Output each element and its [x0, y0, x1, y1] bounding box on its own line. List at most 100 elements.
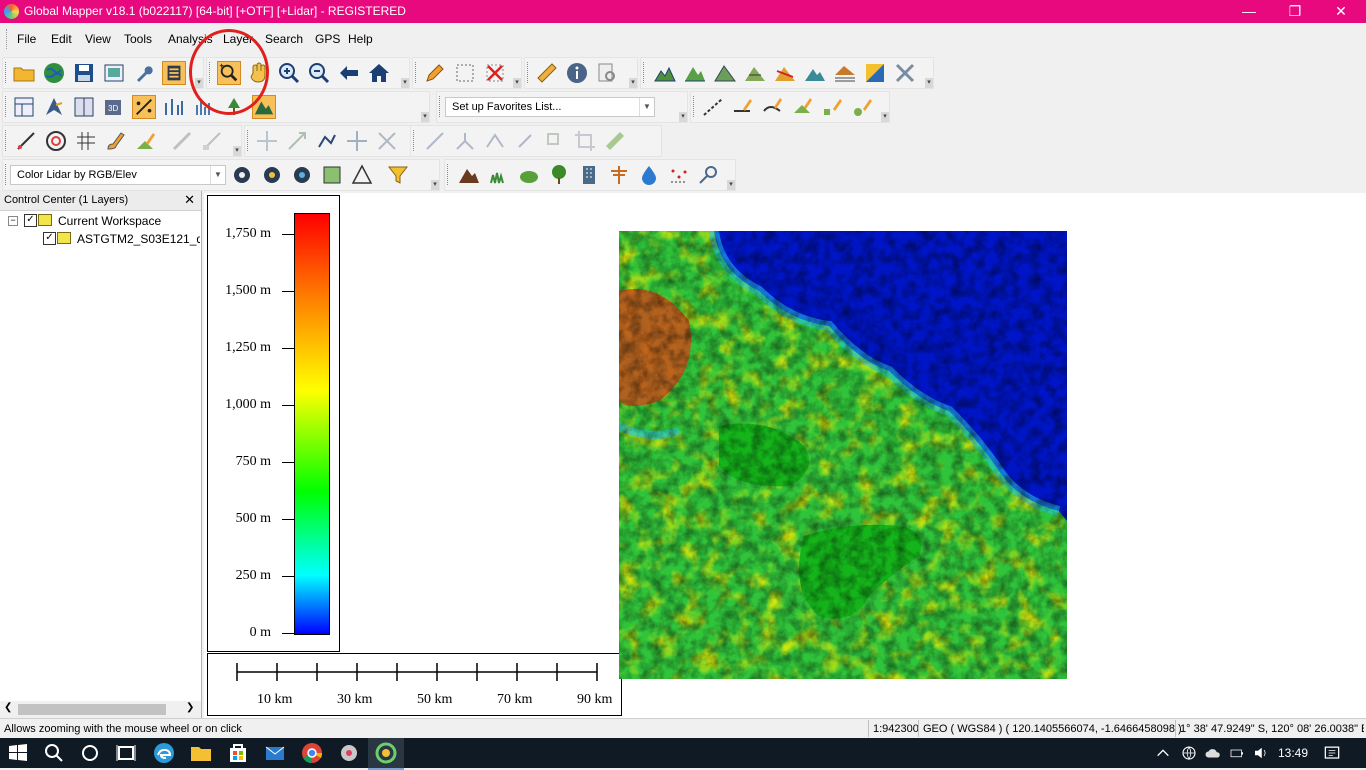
cut-fill-icon[interactable]: [833, 61, 857, 85]
toolbar-grip[interactable]: [693, 96, 697, 117]
move-vertex-icon[interactable]: [345, 129, 369, 153]
draw-line-icon[interactable]: [731, 95, 755, 119]
select-area-icon[interactable]: [453, 61, 477, 85]
rotate-icon[interactable]: [513, 129, 537, 153]
menu-view[interactable]: View: [85, 32, 111, 46]
join-icon[interactable]: [453, 129, 477, 153]
gear-filter-icon[interactable]: [290, 163, 314, 187]
cortana-icon[interactable]: [78, 741, 102, 765]
snap-icon[interactable]: [483, 129, 507, 153]
paint-brush-icon[interactable]: [104, 129, 128, 153]
notification-icon[interactable]: [1322, 741, 1342, 765]
close-button[interactable]: ✕: [1318, 0, 1364, 23]
maximize-button[interactable]: ❐: [1272, 0, 1318, 23]
menu-grip[interactable]: [6, 29, 10, 49]
close-icon[interactable]: ✕: [184, 192, 195, 208]
ruler-icon[interactable]: [535, 61, 559, 85]
toolbar-grip[interactable]: [5, 96, 9, 117]
zoom-in-icon[interactable]: [277, 61, 301, 85]
medium-vegetation-icon[interactable]: [517, 163, 541, 187]
mail-icon[interactable]: [263, 741, 287, 765]
app-gear-icon[interactable]: [337, 741, 361, 765]
ground-icon[interactable]: [457, 163, 481, 187]
edge-browser-icon[interactable]: [152, 741, 176, 765]
chevron-up-icon[interactable]: [1155, 741, 1171, 765]
scale-icon[interactable]: [285, 129, 309, 153]
toolbar-overflow[interactable]: ▾: [925, 78, 933, 88]
layout-icon[interactable]: [12, 95, 36, 119]
control-center-icon[interactable]: [162, 61, 186, 85]
toolbar-grip[interactable]: [439, 96, 443, 117]
menu-help[interactable]: Help: [348, 32, 373, 46]
grid-icon[interactable]: [74, 129, 98, 153]
chevron-down-icon[interactable]: ▼: [639, 98, 654, 116]
contour-icon[interactable]: [773, 61, 797, 85]
triangle-icon[interactable]: [350, 163, 374, 187]
file-explorer-icon[interactable]: [189, 741, 213, 765]
pencil-icon[interactable]: [423, 61, 447, 85]
high-vegetation-icon[interactable]: [547, 163, 571, 187]
windows-start-icon[interactable]: [6, 741, 30, 765]
scroll-left-icon[interactable]: ❮: [4, 702, 12, 713]
toolbar-grip[interactable]: [5, 164, 9, 185]
gear-icon[interactable]: [230, 163, 254, 187]
terrain-profile-icon[interactable]: [653, 61, 677, 85]
map-layout-icon[interactable]: [102, 61, 126, 85]
battery-plug-icon[interactable]: [1228, 741, 1246, 765]
target-icon[interactable]: [44, 129, 68, 153]
noise-points-icon[interactable]: [667, 163, 691, 187]
search-icon[interactable]: [42, 741, 66, 765]
weather-cloud-icon[interactable]: [1204, 741, 1222, 765]
menu-gps[interactable]: GPS: [315, 32, 340, 46]
network-globe-icon[interactable]: [1180, 741, 1198, 765]
building-icon[interactable]: [577, 163, 601, 187]
layer-row[interactable]: ✓ ASTGTM2_S03E121_dem: [0, 231, 200, 247]
delete-feature-icon[interactable]: [483, 61, 507, 85]
power-line-icon[interactable]: [607, 163, 631, 187]
taskbar-clock[interactable]: 13:49: [1278, 746, 1308, 760]
copy-feature-icon[interactable]: [543, 129, 567, 153]
layer-checkbox[interactable]: ✓: [43, 232, 56, 245]
draw-circle-icon[interactable]: [851, 95, 875, 119]
toolbar-overflow[interactable]: ▾: [233, 146, 241, 156]
toolbar-grip[interactable]: [527, 62, 531, 83]
disabled-pencil-icon[interactable]: [170, 129, 194, 153]
task-view-icon[interactable]: [114, 741, 138, 765]
open-folder-icon[interactable]: [12, 61, 36, 85]
move-icon[interactable]: [255, 129, 279, 153]
toolbar-grip[interactable]: [5, 62, 9, 83]
toolbar-overflow[interactable]: ▾: [401, 78, 409, 88]
water-drop-icon[interactable]: [637, 163, 661, 187]
vertex-edit-icon[interactable]: [315, 129, 339, 153]
measure-line-icon[interactable]: [603, 129, 627, 153]
draw-curve-icon[interactable]: [761, 95, 785, 119]
favorites-select[interactable]: Set up Favorites List... ▼: [445, 97, 655, 117]
chrome-icon[interactable]: [300, 741, 324, 765]
wrench-icon[interactable]: [132, 61, 156, 85]
view-shed-icon[interactable]: [683, 61, 707, 85]
menu-file[interactable]: File: [17, 32, 36, 46]
horizontal-scrollbar[interactable]: ❮ ❯: [0, 701, 201, 718]
watershed-icon[interactable]: [713, 61, 737, 85]
save-icon[interactable]: [72, 61, 96, 85]
line-dashed-icon[interactable]: [701, 95, 725, 119]
crop-icon[interactable]: [573, 129, 597, 153]
toolbar-grip[interactable]: [247, 130, 251, 151]
toolbar-grip[interactable]: [643, 62, 647, 83]
low-vegetation-icon[interactable]: [487, 163, 511, 187]
toolbar-grip[interactable]: [447, 164, 451, 185]
terrain-paint-icon[interactable]: [803, 61, 827, 85]
menu-search[interactable]: Search: [265, 32, 303, 46]
toolbar-overflow[interactable]: ▾: [881, 112, 889, 122]
3d-view-icon[interactable]: 3D: [102, 95, 126, 119]
toolbar-overflow[interactable]: ▾: [421, 112, 429, 122]
back-arrow-icon[interactable]: [337, 61, 361, 85]
gear-settings-icon[interactable]: [260, 163, 284, 187]
draw-area-icon[interactable]: [791, 95, 815, 119]
lidar-color-select[interactable]: Color Lidar by RGB/Elev ▼: [10, 165, 226, 185]
area-edit-icon[interactable]: [134, 129, 158, 153]
scroll-right-icon[interactable]: ❯: [186, 702, 194, 713]
disabled-edit-icon[interactable]: [200, 129, 224, 153]
toolbar-overflow[interactable]: ▾: [679, 112, 687, 122]
chevron-down-icon[interactable]: ▼: [210, 166, 225, 184]
